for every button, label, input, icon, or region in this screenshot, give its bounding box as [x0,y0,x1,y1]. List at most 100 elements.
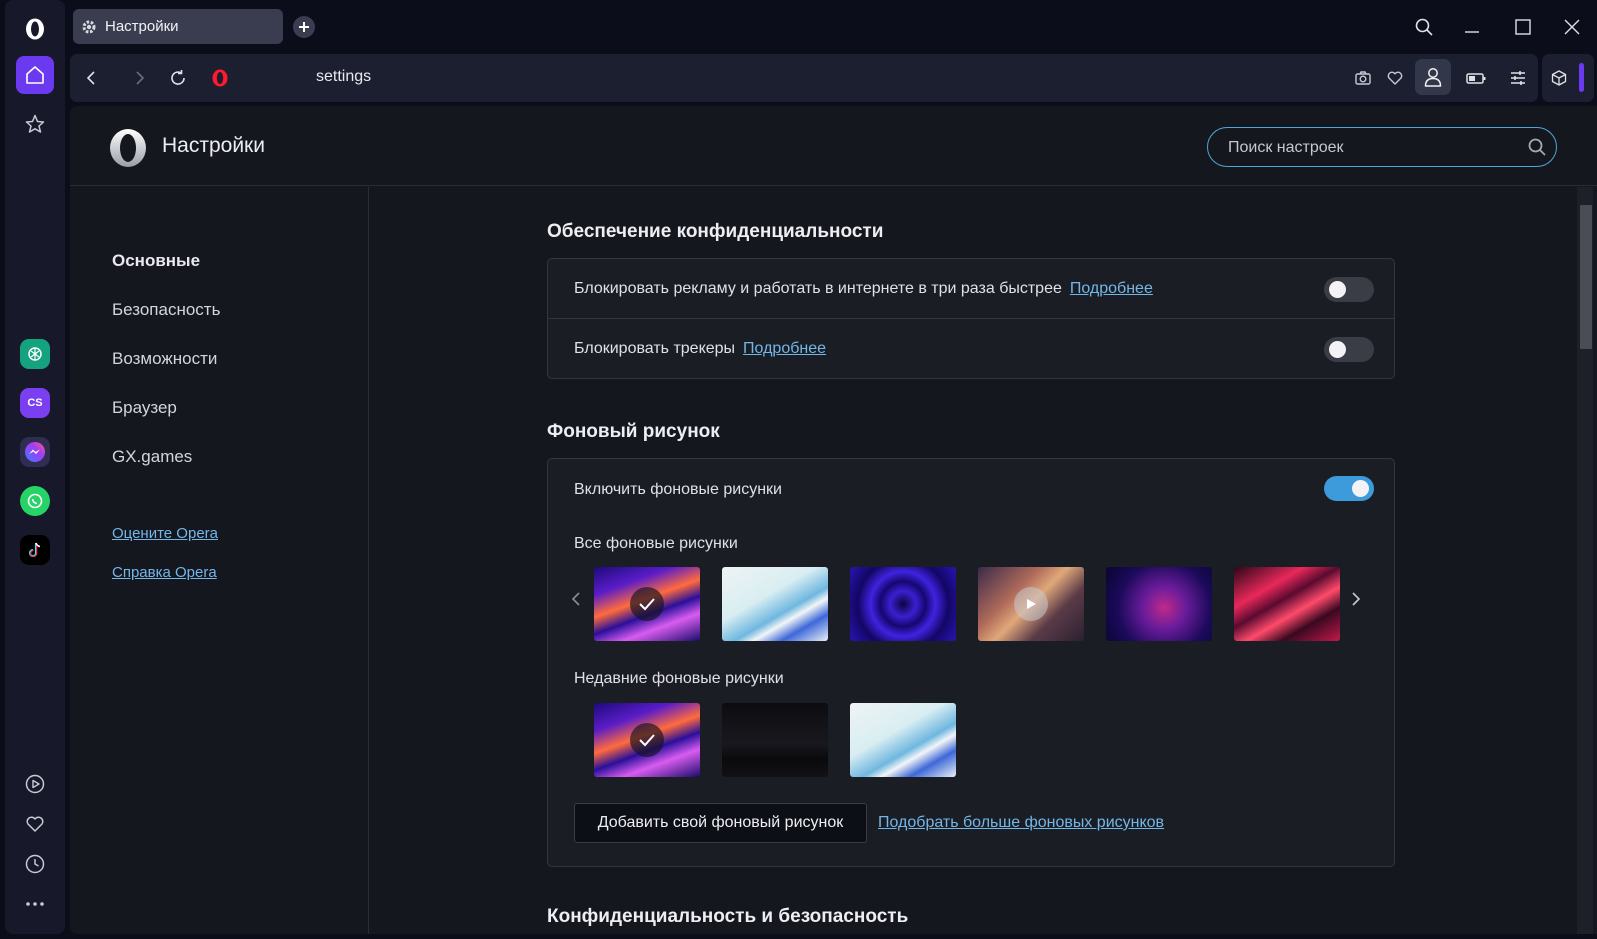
extensions-button[interactable] [1545,64,1573,92]
play-circle-icon [25,774,45,794]
sidebar-toggle-accent[interactable] [1579,63,1584,92]
maximize-icon [1515,19,1531,35]
add-wallpaper-button[interactable]: Добавить свой фоновый рисунок [574,803,867,843]
check-icon [639,734,655,747]
tiktok-icon [29,542,41,557]
site-info-button[interactable] [206,64,234,92]
reload-icon [171,70,185,85]
bookmark-page-button[interactable] [1381,64,1409,92]
plus-icon [299,22,309,32]
back-button[interactable] [78,64,106,92]
messenger-icon [25,442,45,462]
wallpaper-section-title: Фоновый рисунок [547,421,720,442]
opera-sidebar: CS [0,0,66,939]
nav-item-features[interactable]: Возможности [112,349,217,369]
recent-wallpaper-thumb-3[interactable] [850,703,956,777]
nav-item-gxgames[interactable]: GX.games [112,447,192,467]
toggle-knob [1329,341,1346,358]
recent-wallpapers-label: Недавние фоновые рисунки [574,670,784,687]
video-play-badge [1014,587,1048,621]
settings-search[interactable] [1207,127,1557,167]
scrollbar-thumb[interactable] [1580,205,1592,349]
check-icon [639,598,655,611]
star-icon [25,114,45,133]
heart-icon [26,816,44,832]
block-ads-row: Блокировать рекламу и работать в интерне… [548,259,1394,319]
tab-settings[interactable]: Настройки [73,9,283,44]
block-trackers-learn-more-link[interactable]: Подробнее [743,340,826,357]
battery-saver-button[interactable] [1462,64,1490,92]
more-wallpapers-link[interactable]: Подобрать больше фоновых рисунков [878,814,1164,832]
tab-title: Настройки [105,18,179,35]
sidebar-more-button[interactable] [22,891,48,917]
new-tab-button[interactable] [293,16,315,38]
minimize-button[interactable] [1457,12,1487,42]
chevron-right-icon [136,71,145,85]
clock-icon [25,854,45,874]
settings-page: Настройки Основные Безопасность Возможно… [70,106,1597,934]
opera-logo-icon [212,69,228,87]
sidebar-bookmarks-button[interactable] [22,811,48,837]
nav-item-basic[interactable]: Основные [112,251,200,271]
wallpaper-thumb-6[interactable] [1234,567,1340,641]
opera-help-link[interactable]: Справка Opera [112,564,217,581]
privacy-security-section-title: Конфиденциальность и безопасность [547,906,909,927]
block-trackers-label: Блокировать трекеры Подробнее [574,340,826,358]
wallpaper-thumb-5[interactable] [1106,567,1212,641]
chatgpt-icon [28,347,42,361]
privacy-section-title: Обеспечение конфиденциальности [547,221,884,242]
opera-menu-button[interactable] [16,10,54,48]
maximize-button[interactable] [1508,12,1538,42]
sidebar-home-button[interactable] [16,56,54,94]
sidebar-history-button[interactable] [22,851,48,877]
sidebar-chatgpt-button[interactable] [20,339,50,369]
more-dots-icon [26,902,44,906]
content-scrollbar[interactable] [1577,187,1593,934]
sidebar-player-button[interactable] [22,771,48,797]
play-icon [1027,599,1036,609]
wallpapers-next-button[interactable] [1348,589,1364,609]
wallpaper-thumb-3[interactable] [850,567,956,641]
recent-wallpaper-thumb-2[interactable] [722,703,828,777]
nav-item-browser[interactable]: Браузер [112,398,177,418]
wallpaper-thumb-2[interactable] [722,567,828,641]
wallpapers-prev-button[interactable] [568,589,584,609]
recent-wallpaper-thumb-1[interactable] [594,703,700,777]
wallpaper-thumb-4[interactable] [978,567,1084,641]
address-bar: settings [70,54,1538,102]
easy-setup-button[interactable] [1504,64,1532,92]
sidebar-messenger-button[interactable] [20,437,50,467]
search-input[interactable] [1228,137,1518,159]
snapshot-button[interactable] [1349,64,1377,92]
opera-logo-icon [110,129,146,167]
wallpaper-card: Включить фоновые рисунки Все фоновые рис… [547,458,1395,867]
close-window-button[interactable] [1557,12,1587,42]
search-icon[interactable] [1527,137,1547,157]
enable-wallpapers-toggle[interactable] [1324,476,1374,501]
nav-item-security[interactable]: Безопасность [112,300,220,320]
reload-button[interactable] [164,64,192,92]
rate-opera-link[interactable]: Оцените Opera [112,525,218,542]
user-icon [1424,68,1442,87]
sidebar-pinboards-button[interactable] [16,105,54,143]
block-trackers-toggle[interactable] [1324,337,1374,362]
address-url[interactable]: settings [316,68,371,86]
home-icon [26,66,44,84]
selected-check [630,587,664,621]
heart-icon [1387,71,1403,85]
block-ads-learn-more-link[interactable]: Подробнее [1070,280,1153,297]
forward-button[interactable] [125,64,153,92]
wallpaper-thumb-1[interactable] [594,567,700,641]
account-button[interactable] [1415,59,1451,95]
tab-search-button[interactable] [1409,12,1439,42]
sidebar-whatsapp-button[interactable] [20,486,50,516]
cs-icon: CS [27,397,43,409]
whatsapp-icon [27,493,43,509]
sidebar-cs-button[interactable]: CS [20,388,50,418]
block-ads-label: Блокировать рекламу и работать в интерне… [574,280,1153,298]
sidebar-tiktok-button[interactable] [20,535,50,565]
block-ads-toggle[interactable] [1324,277,1374,302]
camera-icon [1355,71,1371,85]
cube-icon [1551,70,1567,86]
privacy-card: Блокировать рекламу и работать в интерне… [547,258,1395,379]
